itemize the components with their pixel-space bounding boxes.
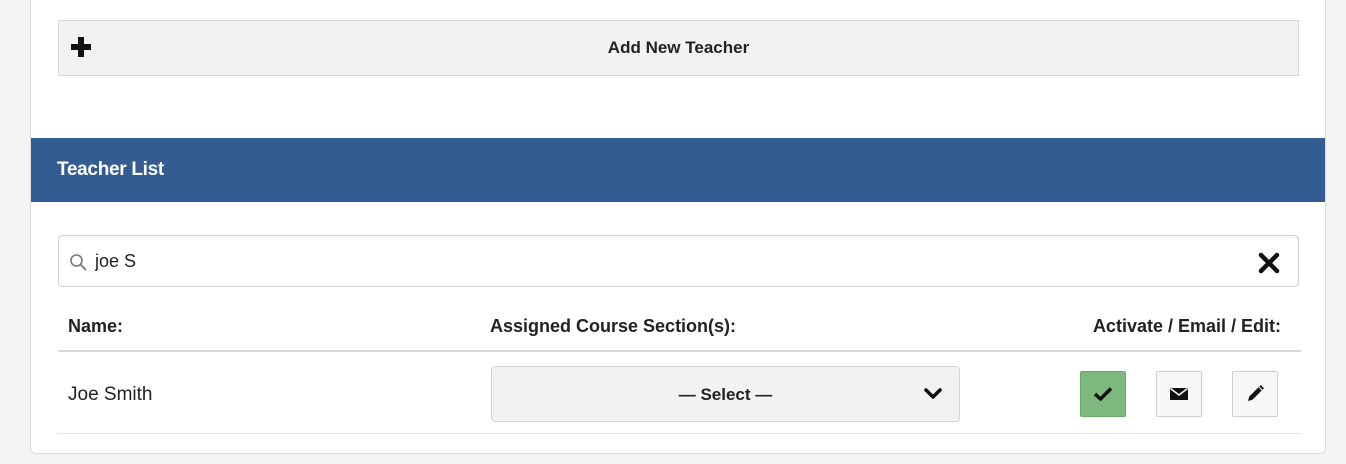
teacher-search-input[interactable]	[95, 246, 1245, 276]
table-header-divider	[58, 350, 1301, 352]
chevron-down-icon	[924, 388, 942, 399]
column-header-actions: Activate / Email / Edit:	[1092, 316, 1281, 336]
teacher-list-title: Teacher List	[57, 159, 164, 180]
activate-button[interactable]	[1080, 371, 1126, 417]
teacher-list-header: Teacher List	[31, 138, 1325, 202]
course-section-select[interactable]: — Select —	[491, 366, 960, 422]
teacher-search-box	[58, 235, 1299, 287]
teacher-panel: Add New Teacher Teacher List Name: Assig…	[30, 0, 1326, 454]
pencil-icon	[1248, 385, 1264, 401]
column-header-sections: Assigned Course Section(s):	[490, 316, 737, 336]
close-icon[interactable]	[1258, 252, 1280, 274]
edit-button[interactable]	[1232, 371, 1278, 417]
add-new-teacher-label: Add New Teacher	[607, 38, 750, 57]
course-section-select-value: — Select —	[678, 385, 773, 404]
email-button[interactable]	[1156, 371, 1202, 417]
search-icon	[70, 254, 87, 271]
teacher-name: Joe Smith	[68, 384, 153, 405]
table-row-divider	[58, 433, 1301, 434]
envelope-icon	[1170, 387, 1188, 400]
add-new-teacher-button[interactable]: Add New Teacher	[58, 20, 1299, 76]
check-icon	[1093, 387, 1113, 401]
column-header-name: Name:	[68, 316, 124, 336]
plus-icon	[71, 37, 91, 57]
